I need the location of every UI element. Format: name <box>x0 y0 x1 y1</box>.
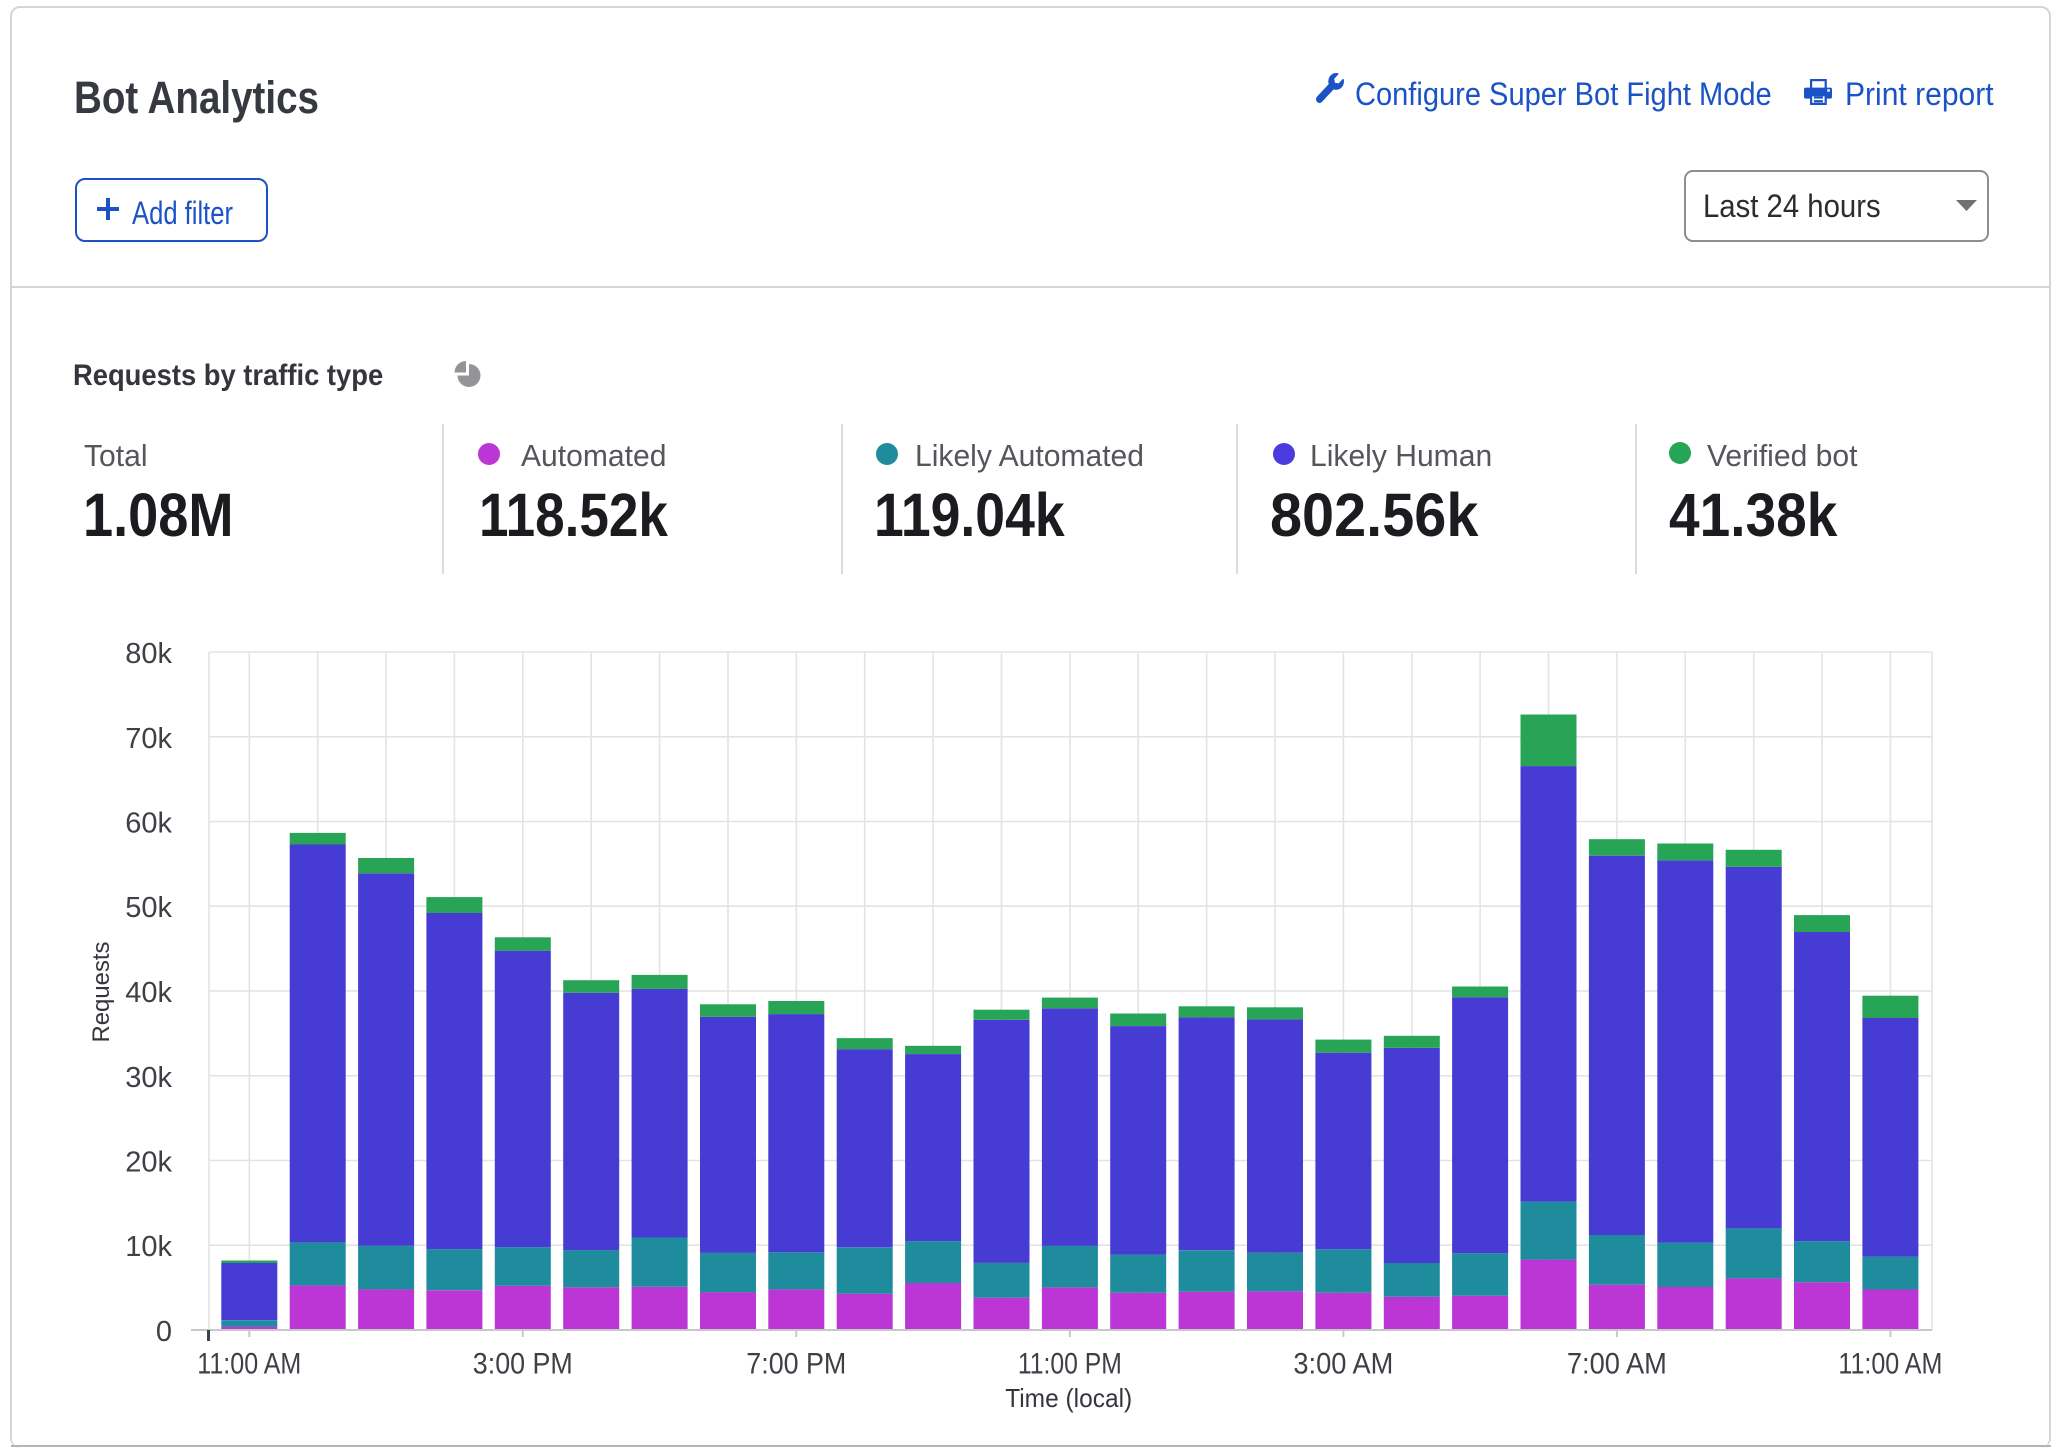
svg-text:11:00 AM: 11:00 AM <box>1838 1348 1942 1381</box>
svg-text:3:00 AM: 3:00 AM <box>1293 1348 1393 1381</box>
svg-text:50k: 50k <box>125 892 172 924</box>
svg-text:40k: 40k <box>125 977 172 1009</box>
svg-text:7:00 PM: 7:00 PM <box>746 1348 846 1381</box>
svg-text:3:00 PM: 3:00 PM <box>473 1348 573 1381</box>
svg-text:7:00 AM: 7:00 AM <box>1567 1348 1667 1381</box>
svg-text:60k: 60k <box>125 808 172 840</box>
svg-text:10k: 10k <box>125 1231 172 1263</box>
svg-text:Time (local): Time (local) <box>1005 1383 1132 1413</box>
svg-text:30k: 30k <box>125 1062 172 1094</box>
svg-text:Requests: Requests <box>88 942 115 1043</box>
svg-text:11:00 PM: 11:00 PM <box>1018 1348 1122 1381</box>
svg-text:20k: 20k <box>125 1147 172 1179</box>
svg-text:70k: 70k <box>125 723 172 755</box>
svg-text:11:00 AM: 11:00 AM <box>197 1348 301 1381</box>
svg-text:0: 0 <box>156 1316 172 1348</box>
svg-text:80k: 80k <box>125 638 172 670</box>
